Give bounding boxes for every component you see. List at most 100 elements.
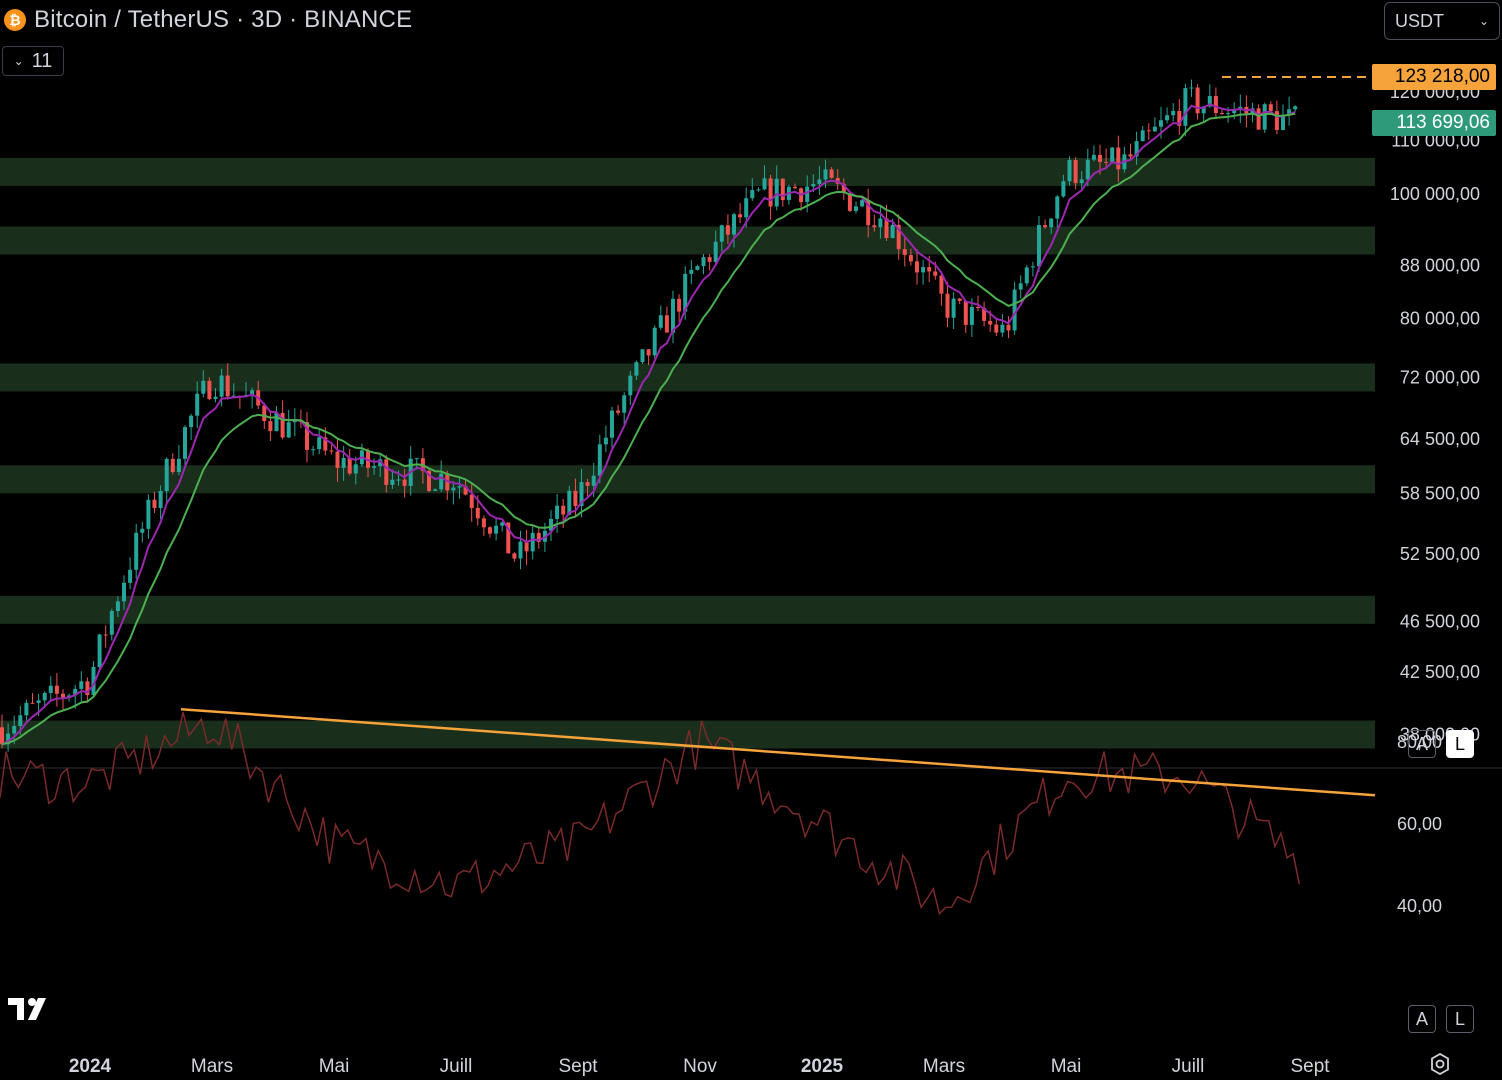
bitcoin-icon: ₿: [4, 9, 26, 31]
candle-body: [701, 257, 706, 267]
candle-body: [1165, 115, 1170, 121]
fast-ma-line: [1, 103, 1296, 746]
candle-body: [518, 541, 523, 559]
last-price-label: 113 699,06: [1372, 110, 1496, 136]
candle-body: [951, 298, 956, 318]
candle-body: [854, 206, 858, 211]
candle-body: [713, 241, 718, 262]
candle-body: [488, 527, 492, 534]
gear-icon[interactable]: [1428, 1052, 1452, 1076]
candle-body: [939, 275, 944, 294]
indicator-auto-scale-button[interactable]: A: [1408, 1005, 1436, 1033]
indicator-tick-label: 40,00: [1397, 896, 1442, 916]
candle-body: [512, 553, 517, 559]
candle-body: [54, 685, 59, 694]
symbol-title[interactable]: Bitcoin / TetherUS · 3D · BINANCE: [34, 6, 412, 34]
candle-body: [183, 427, 187, 459]
candle-body: [1195, 87, 1200, 114]
candle-body: [24, 702, 29, 716]
candle-body: [1262, 104, 1267, 130]
candle-body: [1000, 324, 1005, 333]
candle-body: [567, 490, 572, 515]
candle-body: [262, 405, 267, 422]
time-axis-label: Mars: [191, 1056, 233, 1077]
candle-body: [732, 214, 736, 235]
currency-select[interactable]: USDT ⌄: [1384, 2, 1500, 40]
candle-body: [1030, 266, 1035, 268]
support-zone: [0, 595, 1375, 624]
tradingview-logo-icon[interactable]: [8, 996, 60, 1022]
chart-root[interactable]: 120 000,00 110 000,00 100 000,00 88 000,00 8…: [0, 0, 1502, 1080]
candle-body: [1073, 160, 1078, 184]
candle-body: [109, 610, 114, 635]
candle-body: [1104, 161, 1109, 163]
price-tick-label: 42 500,00: [1400, 662, 1480, 682]
currency-value: USDT: [1395, 10, 1444, 31]
candle-body: [689, 269, 694, 274]
candle-body: [695, 266, 700, 270]
support-zone: [0, 226, 1375, 255]
candle-body: [738, 214, 743, 218]
candle-body: [658, 315, 663, 328]
candle-body: [585, 482, 590, 486]
candle-body: [1037, 225, 1041, 267]
candle-body: [1079, 179, 1084, 184]
candle-body: [1024, 267, 1029, 284]
indicator-log-scale-button[interactable]: L: [1446, 1005, 1474, 1033]
candle-body: [1128, 154, 1133, 157]
symbol-header: ₿ Bitcoin / TetherUS · 3D · BINANCE: [4, 6, 412, 34]
candle-body: [469, 494, 474, 508]
candle-body: [213, 396, 218, 400]
candle-body: [1226, 113, 1231, 115]
candle-body: [42, 692, 47, 701]
candle-body: [103, 634, 108, 636]
candle-body: [530, 532, 535, 552]
candle-body: [146, 499, 151, 529]
candle-body: [634, 362, 639, 376]
candle-body: [780, 178, 785, 201]
indicators-toggle-button[interactable]: ⌄ 11: [2, 46, 64, 76]
candle-body: [1018, 283, 1023, 290]
candle-body: [475, 507, 480, 519]
price-log-scale-button[interactable]: L: [1446, 730, 1474, 758]
candle-body: [597, 444, 602, 476]
candle-body: [122, 582, 126, 602]
candle-body: [1110, 147, 1115, 163]
chevron-down-icon: ⌄: [1478, 14, 1489, 28]
price-tick-label: 88 000,00: [1400, 255, 1480, 275]
candle-body: [384, 459, 389, 485]
candle-body: [591, 475, 596, 486]
candle-body: [97, 634, 102, 667]
candle-body: [628, 375, 633, 396]
chart-canvas[interactable]: 120 000,00110 000,00100 000,0088 000,008…: [0, 0, 1502, 1080]
candle-body: [219, 375, 224, 397]
slow-ma-line: [1, 112, 1296, 746]
candle-body: [402, 479, 407, 486]
candle-body: [823, 169, 828, 180]
candle-body: [908, 255, 913, 262]
candle-body: [481, 518, 486, 528]
candle-body: [195, 393, 200, 416]
candle-body: [915, 261, 919, 273]
candle-body: [603, 437, 608, 445]
candle-body: [725, 225, 730, 235]
candle-body: [1098, 154, 1102, 162]
candle-body: [768, 178, 773, 207]
time-axis-label: Mai: [319, 1056, 350, 1077]
candle-body: [1055, 196, 1060, 219]
price-tick-label: 64 500,00: [1400, 429, 1480, 449]
candle-body: [793, 186, 797, 189]
candle-body: [750, 190, 755, 199]
candle-body: [616, 410, 621, 413]
candle-body: [652, 327, 657, 356]
candle-body: [335, 451, 340, 468]
price-auto-scale-button[interactable]: A: [1408, 730, 1436, 758]
candle-body: [201, 380, 206, 394]
support-zone: [0, 363, 1375, 392]
candle-body: [1256, 108, 1261, 130]
candle-body: [128, 569, 133, 583]
candle-body: [646, 349, 651, 356]
time-axis-label: Juill: [440, 1056, 473, 1077]
price-tick-label: 52 500,00: [1400, 544, 1480, 564]
candle-body: [1049, 218, 1054, 228]
